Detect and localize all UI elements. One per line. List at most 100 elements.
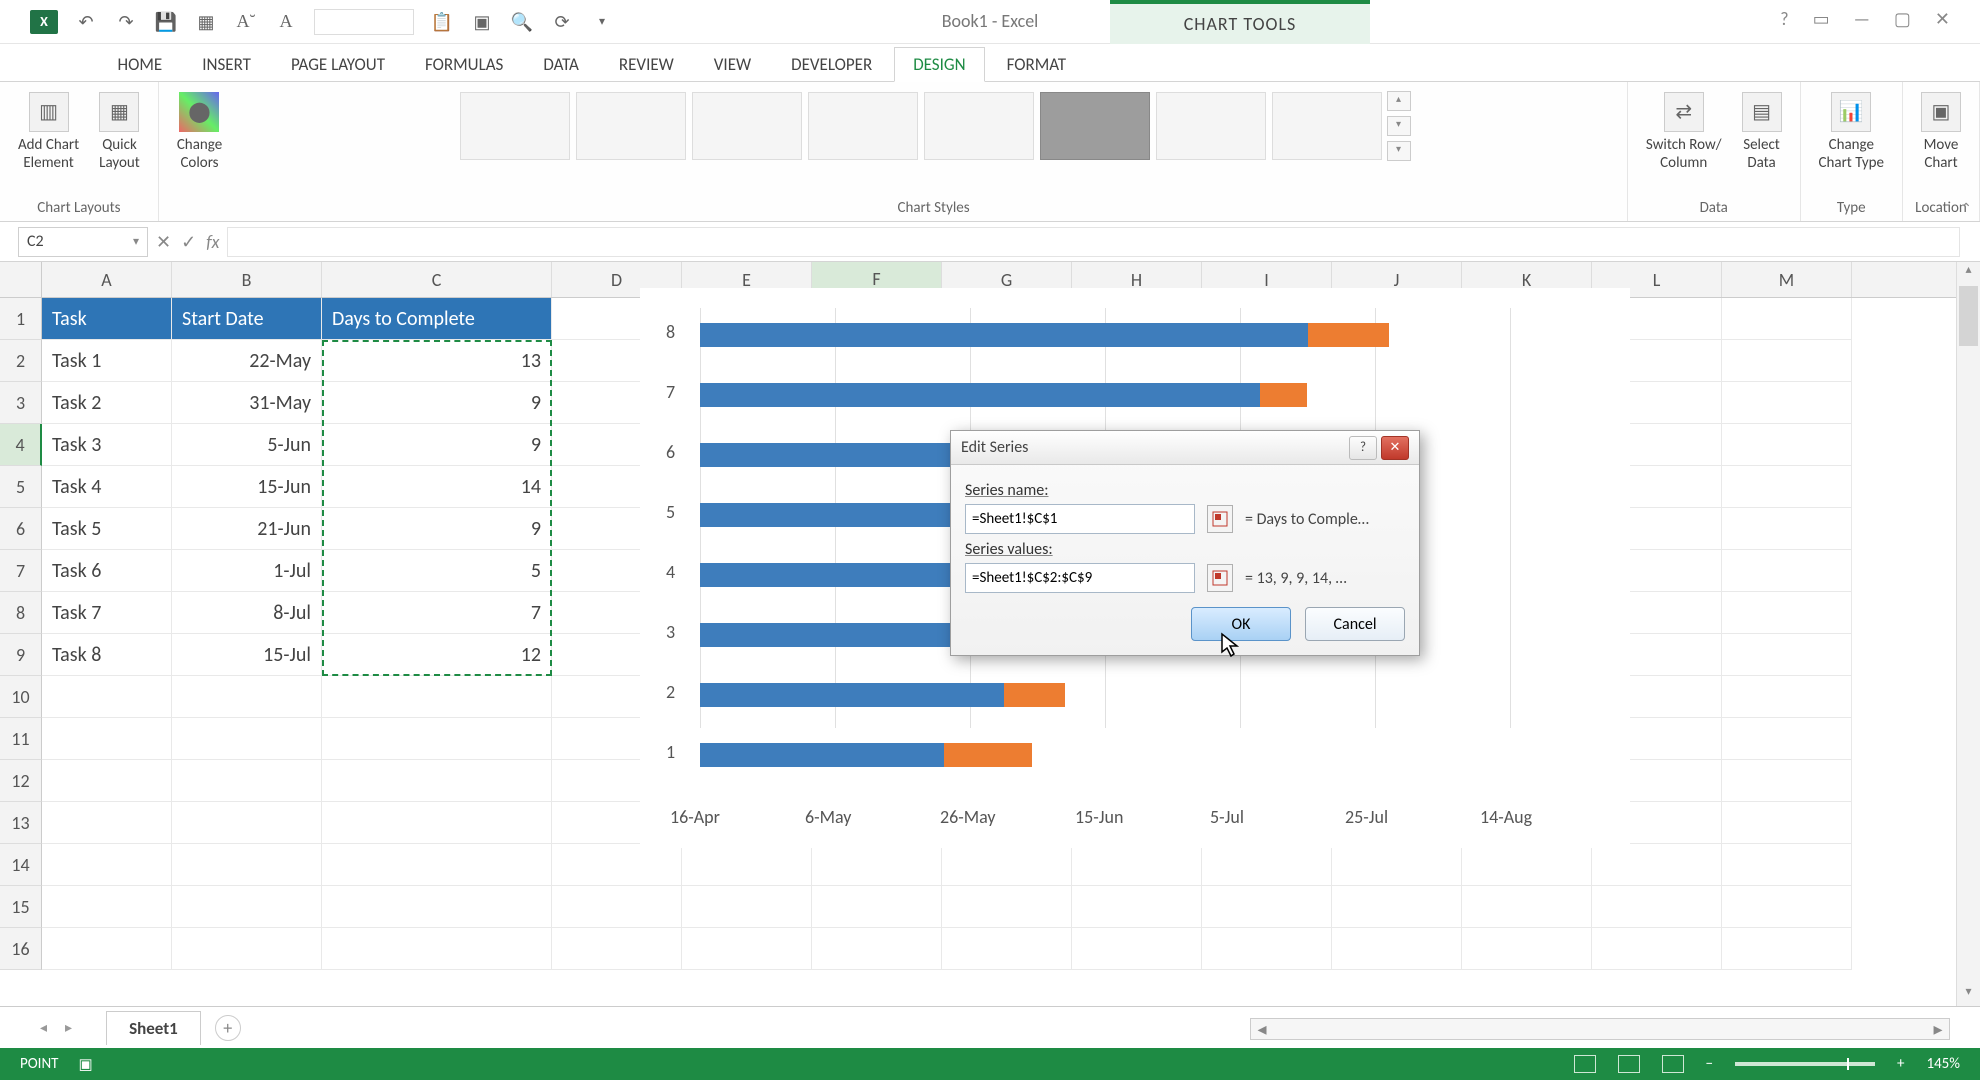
zoom-out-icon[interactable]: −: [1706, 1055, 1713, 1073]
dialog-titlebar[interactable]: Edit Series ? ✕: [951, 431, 1419, 465]
cell[interactable]: Task 4: [42, 466, 172, 508]
dialog-help-icon[interactable]: ?: [1349, 436, 1377, 460]
cell[interactable]: 31-May: [172, 382, 322, 424]
qat-combo[interactable]: [314, 9, 414, 35]
view-normal-icon[interactable]: [1574, 1055, 1596, 1073]
cell[interactable]: Task 7: [42, 592, 172, 634]
tab-home[interactable]: HOME: [100, 48, 181, 81]
close-icon[interactable]: ✕: [1935, 8, 1950, 30]
row-header[interactable]: 7: [0, 550, 42, 592]
sheet-nav[interactable]: ◂▸: [40, 1019, 72, 1036]
cell[interactable]: [42, 928, 172, 970]
row-header[interactable]: 10: [0, 676, 42, 718]
cell[interactable]: [172, 802, 322, 844]
cell[interactable]: [1722, 340, 1852, 382]
name-box[interactable]: C2▾: [18, 227, 148, 257]
bar-segment-duration[interactable]: [1004, 683, 1065, 707]
cell[interactable]: [812, 844, 942, 886]
bar-segment-start[interactable]: [700, 683, 1004, 707]
cell[interactable]: [1722, 508, 1852, 550]
horizontal-scrollbar[interactable]: ◂▸: [1250, 1018, 1950, 1040]
row-header[interactable]: 8: [0, 592, 42, 634]
chevron-down-icon[interactable]: ▾: [133, 234, 139, 249]
row-header[interactable]: 2: [0, 340, 42, 382]
qat-icon-5[interactable]: ⟳: [550, 10, 574, 34]
vertical-scrollbar[interactable]: ▴ ▾: [1956, 262, 1980, 1006]
cell[interactable]: [1722, 592, 1852, 634]
row-header[interactable]: 15: [0, 886, 42, 928]
row-header[interactable]: 5: [0, 466, 42, 508]
cell[interactable]: [682, 886, 812, 928]
save-icon[interactable]: 💾: [154, 10, 178, 34]
maximize-icon[interactable]: ▢: [1894, 8, 1911, 30]
cell[interactable]: [1722, 382, 1852, 424]
range-selector-icon[interactable]: [1207, 505, 1233, 533]
bar-segment-start[interactable]: [700, 323, 1308, 347]
zoom-slider[interactable]: [1735, 1062, 1875, 1066]
cell[interactable]: [322, 718, 552, 760]
row-header[interactable]: 9: [0, 634, 42, 676]
tab-page-layout[interactable]: PAGE LAYOUT: [273, 48, 403, 81]
cell[interactable]: [812, 928, 942, 970]
row-header[interactable]: 6: [0, 508, 42, 550]
select-data-button[interactable]: ▤Select Data: [1736, 88, 1788, 176]
cell[interactable]: 22-May: [172, 340, 322, 382]
cell[interactable]: [1592, 844, 1722, 886]
cell[interactable]: [1462, 886, 1592, 928]
gallery-scroll[interactable]: ▴▾▾: [1386, 88, 1412, 164]
cell[interactable]: [42, 676, 172, 718]
cell[interactable]: [1332, 928, 1462, 970]
select-all-corner[interactable]: [0, 262, 42, 297]
cell[interactable]: Task 2: [42, 382, 172, 424]
bar-segment-start[interactable]: [700, 743, 944, 767]
qat-icon-3[interactable]: ▣: [470, 10, 494, 34]
cell[interactable]: [322, 844, 552, 886]
row-header[interactable]: 3: [0, 382, 42, 424]
column-header[interactable]: A: [42, 262, 172, 297]
cell[interactable]: [1722, 424, 1852, 466]
cell[interactable]: [172, 760, 322, 802]
qat-icon-4[interactable]: 🔍: [510, 10, 534, 34]
cell[interactable]: [1722, 466, 1852, 508]
quick-layout-button[interactable]: ▦Quick Layout: [93, 88, 146, 176]
cell[interactable]: 13: [322, 340, 552, 382]
row-header[interactable]: 12: [0, 760, 42, 802]
range-selector-icon[interactable]: [1207, 564, 1233, 592]
help-icon[interactable]: ?: [1780, 8, 1788, 30]
row-header[interactable]: 13: [0, 802, 42, 844]
cell[interactable]: [172, 676, 322, 718]
minimize-icon[interactable]: —: [1854, 8, 1870, 30]
cell[interactable]: [42, 802, 172, 844]
qat-icon[interactable]: ▦: [194, 10, 218, 34]
cell[interactable]: [172, 886, 322, 928]
add-sheet-icon[interactable]: +: [215, 1015, 241, 1041]
switch-row-column-button[interactable]: ⇄Switch Row/ Column: [1640, 88, 1728, 176]
cell[interactable]: [1462, 928, 1592, 970]
cell[interactable]: 7: [322, 592, 552, 634]
view-page-break-icon[interactable]: [1662, 1055, 1684, 1073]
row-header[interactable]: 4: [0, 424, 42, 466]
cell[interactable]: [1722, 676, 1852, 718]
tab-format[interactable]: FORMAT: [989, 48, 1084, 81]
cell[interactable]: [1202, 886, 1332, 928]
chart-styles-gallery[interactable]: [456, 88, 1386, 164]
view-page-layout-icon[interactable]: [1618, 1055, 1640, 1073]
cell[interactable]: 15-Jun: [172, 466, 322, 508]
tab-data[interactable]: DATA: [525, 48, 597, 81]
cell[interactable]: [1332, 844, 1462, 886]
style-thumb[interactable]: [692, 92, 802, 160]
formula-input[interactable]: [227, 227, 1960, 257]
cell[interactable]: [42, 844, 172, 886]
cell[interactable]: [1592, 928, 1722, 970]
cell[interactable]: [682, 844, 812, 886]
cell[interactable]: [322, 802, 552, 844]
qat-more-icon[interactable]: ▾: [590, 10, 614, 34]
sheet-tab[interactable]: Sheet1: [106, 1011, 201, 1045]
cell[interactable]: [172, 928, 322, 970]
redo-icon[interactable]: ↷: [114, 10, 138, 34]
tab-developer[interactable]: DEVELOPER: [773, 48, 890, 81]
font-inc-icon[interactable]: A: [274, 10, 298, 34]
cell[interactable]: [1722, 886, 1852, 928]
cell[interactable]: [812, 886, 942, 928]
enter-formula-icon[interactable]: ✓: [181, 231, 196, 253]
